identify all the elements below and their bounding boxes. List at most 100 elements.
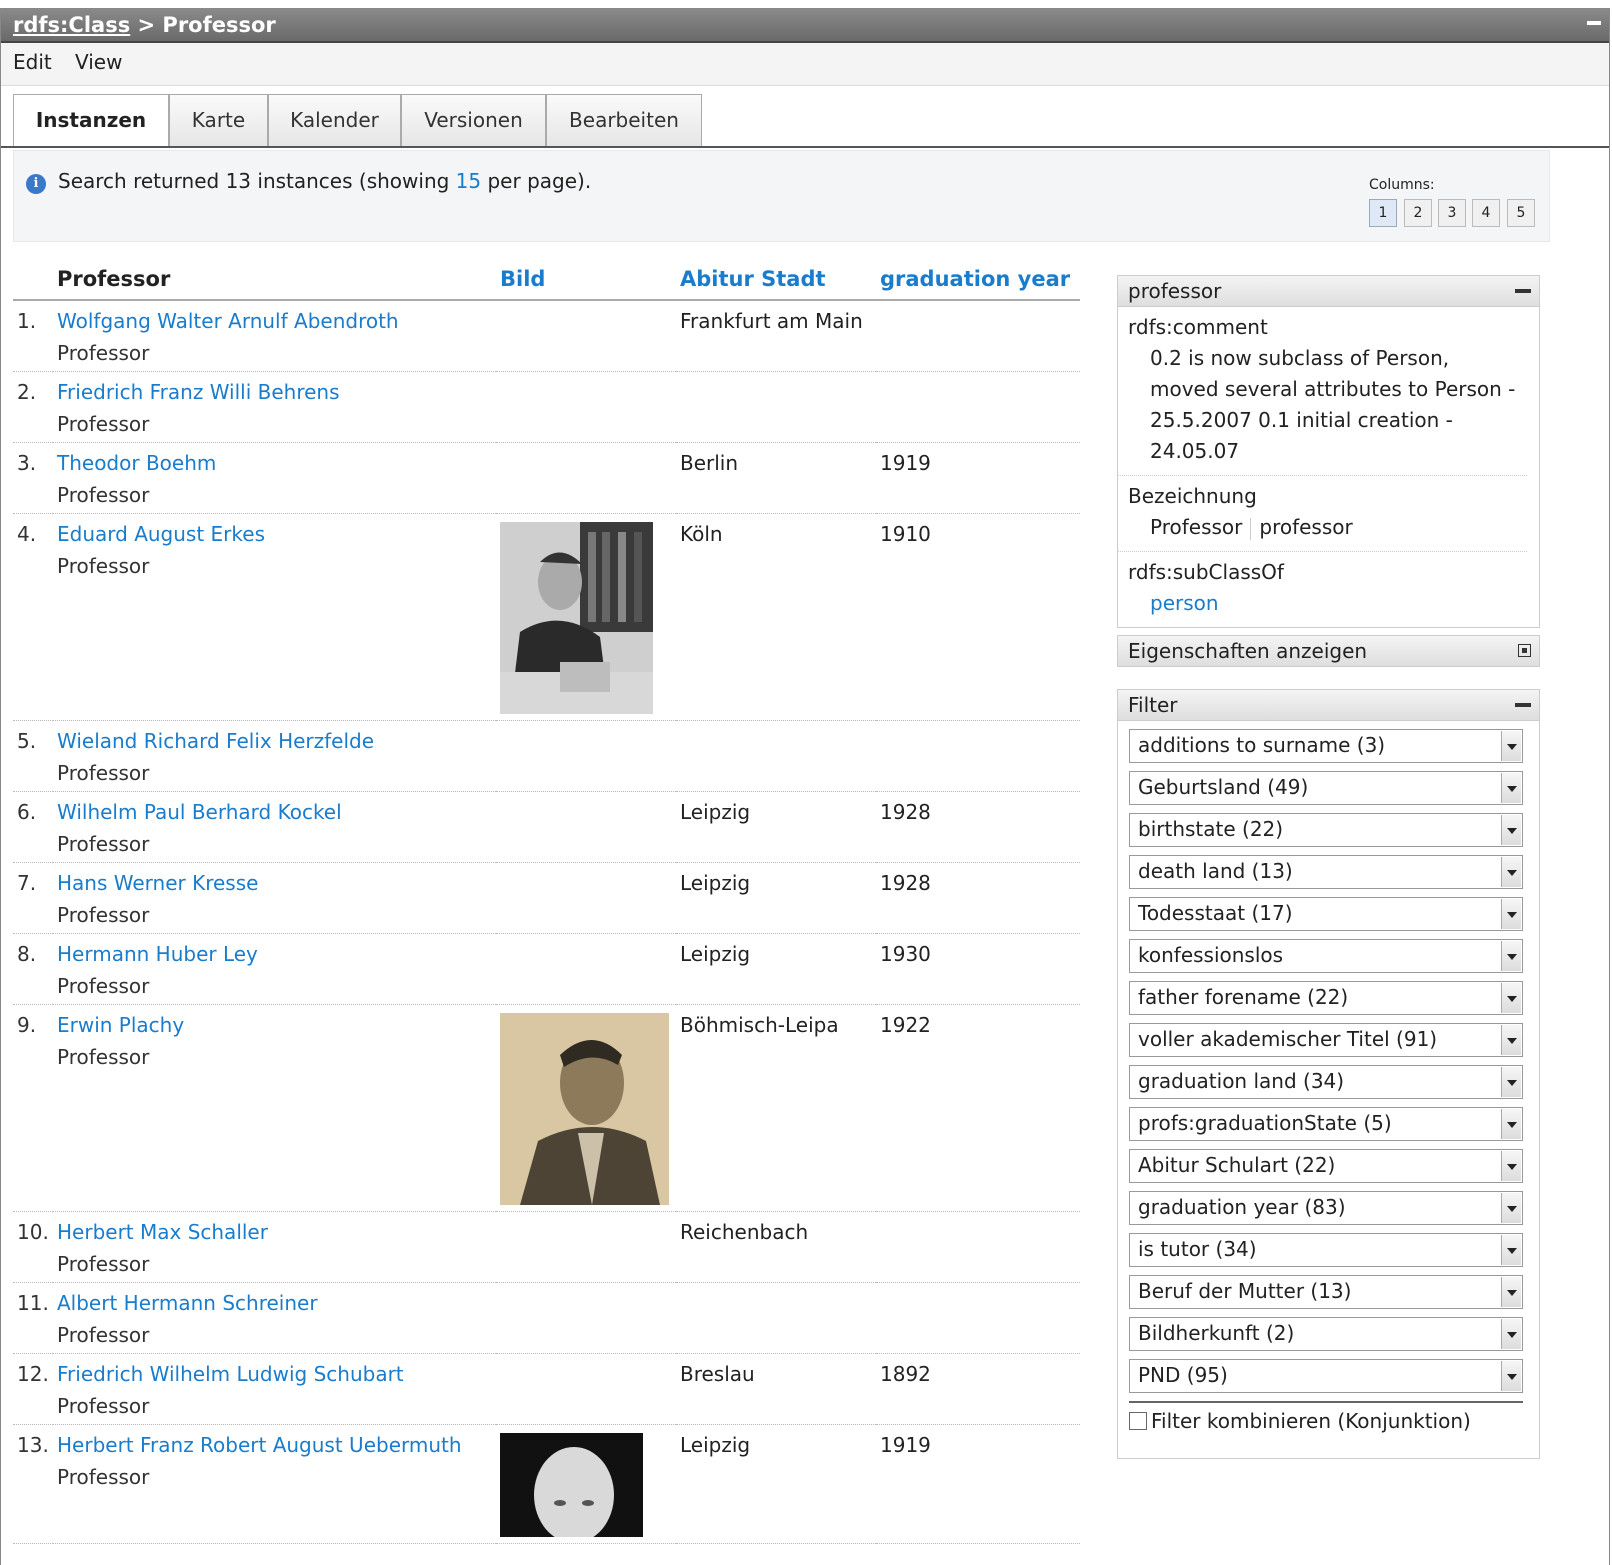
chevron-down-icon[interactable] (1501, 1067, 1521, 1097)
columns-2-button[interactable]: 2 (1404, 199, 1432, 227)
abitur-stadt-cell (676, 720, 876, 792)
professor-type: Professor (57, 483, 150, 507)
chevron-down-icon[interactable] (1501, 857, 1521, 887)
chevron-down-icon[interactable] (1501, 1109, 1521, 1139)
eigenschaften-header[interactable]: Eigenschaften anzeigen (1118, 636, 1539, 666)
professor-link[interactable]: Theodor Boehm (57, 451, 216, 475)
minimize-icon[interactable] (1587, 21, 1601, 25)
filter-select[interactable]: birthstate (22) (1129, 813, 1523, 847)
table-row: 8. Hermann Huber Ley Professor Leipzig 1930 (13, 933, 1080, 1005)
collapse-icon[interactable] (1515, 703, 1531, 707)
per-page-link[interactable]: 15 (456, 169, 481, 193)
header-abitur-stadt[interactable]: Abitur Stadt (676, 257, 876, 301)
filter-select[interactable]: Geburtsland (49) (1129, 771, 1523, 805)
menu-view[interactable]: View (75, 50, 122, 74)
filter-select-label: Geburtsland (49) (1138, 775, 1309, 799)
chevron-down-icon[interactable] (1501, 1361, 1521, 1391)
professor-link[interactable]: Wieland Richard Felix Herzfelde (57, 729, 374, 753)
filter-select-label: father forename (22) (1138, 985, 1349, 1009)
graduation-year-cell (876, 1211, 1080, 1283)
professor-link[interactable]: Friedrich Franz Willi Behrens (57, 380, 340, 404)
chevron-down-icon[interactable] (1501, 1235, 1521, 1265)
professor-link[interactable]: Erwin Plachy (57, 1013, 184, 1037)
filter-select[interactable]: voller akademischer Titel (91) (1129, 1023, 1523, 1057)
chevron-down-icon[interactable] (1501, 773, 1521, 803)
filter-select[interactable]: PND (95) (1129, 1359, 1523, 1393)
professor-photo[interactable] (500, 522, 653, 714)
filter-select[interactable]: graduation land (34) (1129, 1065, 1523, 1099)
filter-combine-checkbox[interactable] (1129, 1412, 1147, 1430)
filter-select[interactable]: Todesstaat (17) (1129, 897, 1523, 931)
professor-link[interactable]: Herbert Max Schaller (57, 1220, 268, 1244)
menu-edit[interactable]: Edit (13, 50, 52, 74)
columns-1-button[interactable]: 1 (1369, 199, 1397, 227)
row-number: 7. (13, 862, 53, 934)
chevron-down-icon[interactable] (1501, 1151, 1521, 1181)
columns-3-button[interactable]: 3 (1438, 199, 1466, 227)
chevron-down-icon[interactable] (1501, 1025, 1521, 1055)
tab-bearbeiten[interactable]: Bearbeiten (546, 94, 702, 146)
tab-karte[interactable]: Karte (169, 94, 268, 146)
table-body: 1. Wolfgang Walter Arnulf Abendroth Profes… (13, 300, 1080, 1544)
result-prefix: Search returned 13 instances (showing (58, 169, 456, 193)
comment-label: rdfs:comment (1128, 315, 1268, 339)
filter-select[interactable]: Abitur Schulart (22) (1129, 1149, 1523, 1183)
filter-select[interactable]: father forename (22) (1129, 981, 1523, 1015)
chevron-down-icon[interactable] (1501, 1277, 1521, 1307)
filter-select-label: graduation land (34) (1138, 1069, 1345, 1093)
tab-kalender[interactable]: Kalender (268, 94, 401, 146)
professor-link[interactable]: Friedrich Wilhelm Ludwig Schubart (57, 1362, 404, 1386)
header-graduation-year[interactable]: graduation year (876, 257, 1080, 301)
subclass-value: person (1118, 584, 1527, 627)
header-bild[interactable]: Bild (496, 257, 676, 301)
collapse-icon[interactable] (1515, 289, 1531, 293)
professor-link[interactable]: Herbert Franz Robert August Uebermuth (57, 1433, 462, 1457)
row-number: 11. (13, 1282, 53, 1354)
chevron-down-icon[interactable] (1501, 941, 1521, 971)
professor-link[interactable]: Wilhelm Paul Berhard Kockel (57, 800, 342, 824)
professor-link[interactable]: Eduard August Erkes (57, 522, 265, 546)
professor-link[interactable]: Hermann Huber Ley (57, 942, 258, 966)
chevron-down-icon[interactable] (1501, 731, 1521, 761)
columns-label: Columns: (1369, 177, 1435, 193)
filter-select[interactable]: Bildherkunft (2) (1129, 1317, 1523, 1351)
filter-combine-row[interactable]: Filter kombinieren (Konjunktion) (1129, 1401, 1523, 1443)
graduation-year-cell: 1928 (876, 791, 1080, 863)
professor-link[interactable]: Wolfgang Walter Arnulf Abendroth (57, 309, 399, 333)
tab-versionen[interactable]: Versionen (401, 94, 546, 146)
bild-cell (496, 442, 676, 514)
professor-type: Professor (57, 832, 150, 856)
bild-cell (496, 720, 676, 792)
chevron-down-icon[interactable] (1501, 1319, 1521, 1349)
bild-cell (496, 1282, 676, 1354)
breadcrumb-class-link[interactable]: rdfs:Class (13, 13, 130, 37)
filter-select[interactable]: Beruf der Mutter (13) (1129, 1275, 1523, 1309)
chevron-down-icon[interactable] (1501, 899, 1521, 929)
subclass-person-link[interactable]: person (1150, 591, 1219, 615)
columns-4-button[interactable]: 4 (1472, 199, 1500, 227)
filter-select[interactable]: konfessionslos (1129, 939, 1523, 973)
professor-photo[interactable] (500, 1433, 643, 1537)
professor-photo[interactable] (500, 1013, 669, 1205)
filter-select[interactable]: additions to surname (3) (1129, 729, 1523, 763)
abitur-stadt-cell: Frankfurt am Main (676, 300, 876, 372)
graduation-year-cell: 1922 (876, 1004, 1080, 1212)
bild-cell (496, 1211, 676, 1283)
filter-select[interactable]: death land (13) (1129, 855, 1523, 889)
chevron-down-icon[interactable] (1501, 1193, 1521, 1223)
professor-link[interactable]: Albert Hermann Schreiner (57, 1291, 318, 1315)
filter-select[interactable]: profs:graduationState (5) (1129, 1107, 1523, 1141)
professor-link[interactable]: Hans Werner Kresse (57, 871, 258, 895)
filter-select[interactable]: is tutor (34) (1129, 1233, 1523, 1267)
graduation-year-cell: 1928 (876, 862, 1080, 934)
menu-bar: Edit View (1, 43, 1609, 86)
expand-icon[interactable] (1518, 644, 1531, 657)
table-row: 6. Wilhelm Paul Berhard Kockel Professor Le… (13, 791, 1080, 863)
filter-select[interactable]: graduation year (83) (1129, 1191, 1523, 1225)
table-row: 5. Wieland Richard Felix Herzfelde Profess… (13, 720, 1080, 792)
chevron-down-icon[interactable] (1501, 983, 1521, 1013)
tab-instanzen[interactable]: Instanzen (13, 94, 169, 148)
columns-5-button[interactable]: 5 (1507, 199, 1535, 227)
professor-type: Professor (57, 761, 150, 785)
chevron-down-icon[interactable] (1501, 815, 1521, 845)
